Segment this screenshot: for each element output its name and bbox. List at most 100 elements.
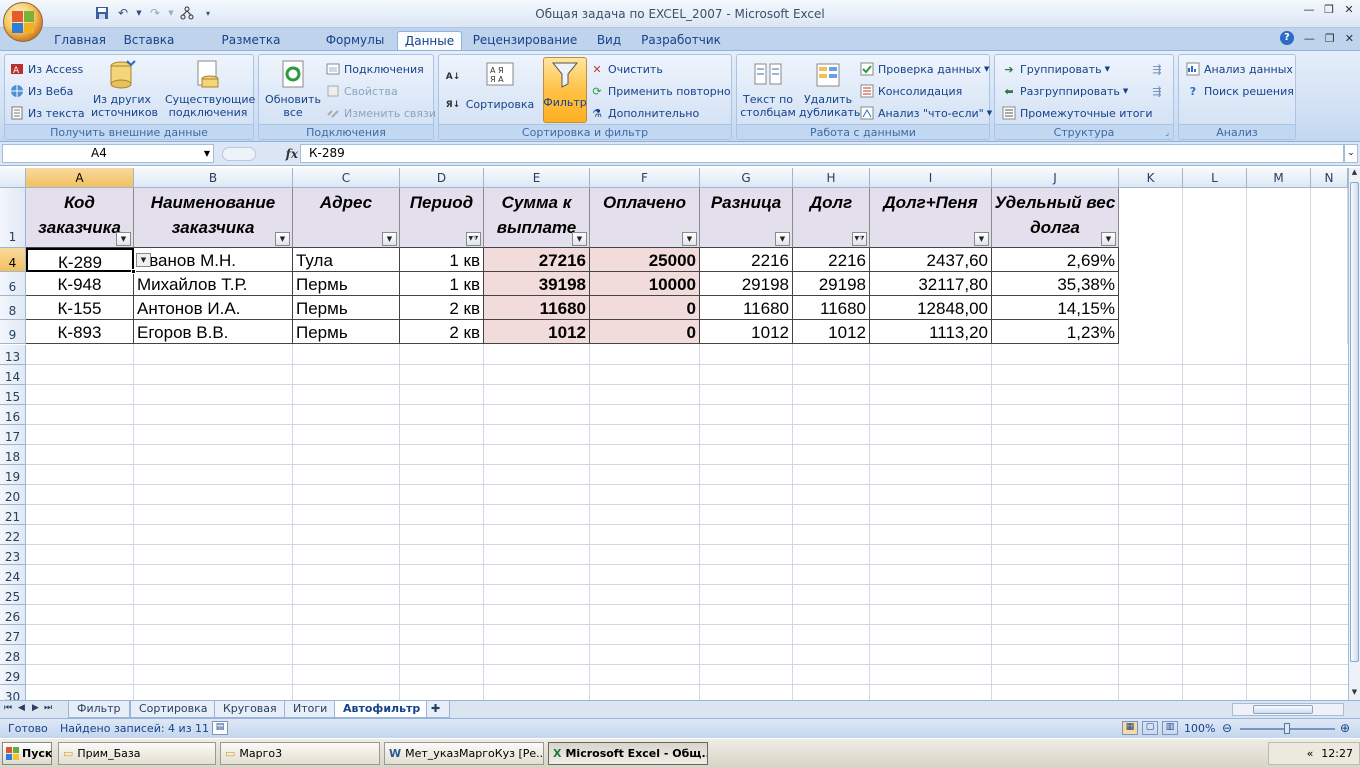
- row-header-14[interactable]: 14: [0, 365, 26, 385]
- normal-view-icon[interactable]: ▦: [1122, 721, 1138, 735]
- row-header-30[interactable]: 30: [0, 685, 26, 700]
- header-cell[interactable]: Удельный вес долга: [992, 188, 1119, 248]
- table-cell[interactable]: Тула: [293, 248, 400, 272]
- row-header-28[interactable]: 28: [0, 645, 26, 665]
- next-sheet-icon[interactable]: ▶: [32, 703, 39, 713]
- last-sheet-icon[interactable]: ⏭: [44, 703, 52, 713]
- active-filter-dropdown-icon[interactable]: ▼⧩: [852, 232, 867, 246]
- formula-input[interactable]: К-289: [300, 144, 1344, 163]
- vertical-scrollbar[interactable]: ▲ ▼: [1348, 168, 1360, 700]
- column-header-f[interactable]: F: [590, 168, 700, 188]
- filter-dropdown-icon[interactable]: ▼: [974, 232, 989, 246]
- table-cell[interactable]: 29198: [793, 272, 870, 296]
- doc-close-icon[interactable]: ✕: [1345, 32, 1354, 45]
- restore-icon[interactable]: ❐: [1322, 2, 1336, 16]
- splitter-handle[interactable]: [222, 146, 256, 161]
- office-button[interactable]: [3, 2, 43, 42]
- existing-connections-button[interactable]: Существующие подключения: [165, 59, 255, 119]
- column-header-h[interactable]: H: [793, 168, 870, 188]
- edit-links-button[interactable]: Изменить связи: [325, 105, 436, 121]
- horizontal-scrollbar[interactable]: [1232, 703, 1344, 716]
- table-cell[interactable]: Пермь: [293, 320, 400, 344]
- row-header-16[interactable]: 16: [0, 405, 26, 425]
- tab-view[interactable]: Вид: [590, 31, 628, 51]
- table-cell[interactable]: Михайлов Т.Р.: [134, 272, 293, 296]
- group-button[interactable]: ➔ Группировать ▼: [1001, 61, 1110, 77]
- reapply-button[interactable]: ⟳ Применить повторно: [589, 83, 730, 99]
- scroll-up-icon[interactable]: ▲: [1349, 168, 1360, 180]
- column-header-c[interactable]: C: [293, 168, 400, 188]
- column-header-j[interactable]: J: [992, 168, 1119, 188]
- table-cell[interactable]: 2 кв: [400, 296, 484, 320]
- table-cell[interactable]: 1,23%: [992, 320, 1119, 344]
- filter-dropdown-icon[interactable]: ▼: [1101, 232, 1116, 246]
- row-header-17[interactable]: 17: [0, 425, 26, 445]
- table-cell[interactable]: 12848,00: [870, 296, 992, 320]
- row-header-23[interactable]: 23: [0, 545, 26, 565]
- table-cell[interactable]: 1012: [484, 320, 590, 344]
- tab-review[interactable]: Рецензирование: [470, 31, 580, 51]
- properties-button[interactable]: Свойства: [325, 83, 398, 99]
- name-box[interactable]: A4 ▼: [2, 144, 214, 163]
- doc-minimize-icon[interactable]: —: [1304, 32, 1315, 45]
- tab-home[interactable]: Главная: [50, 31, 110, 51]
- row-header-19[interactable]: 19: [0, 465, 26, 485]
- table-cell[interactable]: 2437,60: [870, 248, 992, 272]
- table-cell[interactable]: 2,69%: [992, 248, 1119, 272]
- table-cell[interactable]: 2216: [700, 248, 793, 272]
- row-header-27[interactable]: 27: [0, 625, 26, 645]
- row-header-9[interactable]: 9: [0, 320, 26, 344]
- row-header-18[interactable]: 18: [0, 445, 26, 465]
- zoom-slider[interactable]: [1240, 723, 1335, 734]
- table-cell[interactable]: 27216: [484, 248, 590, 272]
- advanced-filter-button[interactable]: ⚗ Дополнительно: [589, 105, 699, 121]
- table-cell[interactable]: 1113,20: [870, 320, 992, 344]
- table-cell[interactable]: К-289: [26, 248, 134, 272]
- remove-duplicates-button[interactable]: Удалить дубликаты: [799, 59, 863, 119]
- tab-insert[interactable]: Вставка: [118, 31, 180, 51]
- column-header-l[interactable]: L: [1183, 168, 1247, 188]
- consolidate-button[interactable]: Консолидация: [859, 83, 962, 99]
- table-cell[interactable]: 11680: [700, 296, 793, 320]
- refresh-all-button[interactable]: Обновить все: [263, 59, 323, 119]
- help-icon[interactable]: ?: [1279, 31, 1294, 45]
- what-if-button[interactable]: Анализ "что-если" ▼: [859, 105, 992, 121]
- table-cell[interactable]: К-893: [26, 320, 134, 344]
- row-header-29[interactable]: 29: [0, 665, 26, 685]
- sort-button[interactable]: А ЯЯ А Сортировка: [465, 59, 535, 111]
- sheet-tab-totals[interactable]: Итоги: [284, 701, 337, 718]
- table-cell[interactable]: 11680: [793, 296, 870, 320]
- horizontal-scroll-thumb[interactable]: [1253, 705, 1313, 714]
- column-header-k[interactable]: K: [1119, 168, 1183, 188]
- table-cell[interactable]: 39198: [484, 272, 590, 296]
- row-header-8[interactable]: 8: [0, 296, 26, 320]
- table-cell[interactable]: К-155: [26, 296, 134, 320]
- ungroup-button[interactable]: ⬅ Разгруппировать ▼: [1001, 83, 1128, 99]
- filter-dropdown-icon[interactable]: ▼: [682, 232, 697, 246]
- row-header-20[interactable]: 20: [0, 485, 26, 505]
- row-header-22[interactable]: 22: [0, 525, 26, 545]
- zoom-out-icon[interactable]: ⊖: [1222, 721, 1232, 735]
- table-cell[interactable]: 29198: [700, 272, 793, 296]
- connections-button[interactable]: Подключения: [325, 61, 424, 77]
- tray-expand-icon[interactable]: «: [1307, 747, 1314, 760]
- table-cell[interactable]: Егоров В.В.: [134, 320, 293, 344]
- column-header-d[interactable]: D: [400, 168, 484, 188]
- scroll-down-icon[interactable]: ▼: [1349, 688, 1360, 700]
- filter-dropdown-icon[interactable]: ▼: [382, 232, 397, 246]
- hide-detail-button[interactable]: ⇶: [1149, 83, 1165, 99]
- task-word-doc[interactable]: W Мет_указМаргоКуз [Ре...: [384, 742, 544, 765]
- table-cell[interactable]: 0: [590, 296, 700, 320]
- row-header-4[interactable]: 4: [0, 248, 26, 272]
- column-header-b[interactable]: B: [134, 168, 293, 188]
- active-filter-dropdown-icon[interactable]: ▼⧩: [466, 232, 481, 246]
- from-text-button[interactable]: Из текста: [9, 105, 85, 121]
- doc-restore-icon[interactable]: ❐: [1325, 32, 1335, 45]
- table-cell[interactable]: 1 кв: [400, 248, 484, 272]
- filter-dropdown-icon[interactable]: ▼: [116, 232, 131, 246]
- sort-za-button[interactable]: Я↓: [445, 97, 461, 113]
- table-cell[interactable]: 1012: [793, 320, 870, 344]
- solver-button[interactable]: ? Поиск решения: [1185, 83, 1294, 99]
- table-cell[interactable]: 35,38%: [992, 272, 1119, 296]
- insert-function-icon[interactable]: fx: [286, 147, 298, 161]
